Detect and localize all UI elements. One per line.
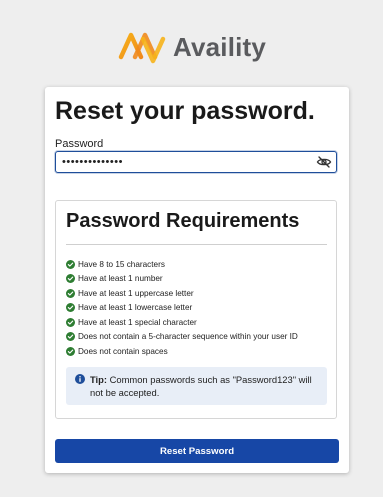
reset-password-card: Reset your password. Password ••••••••••… [45,87,349,473]
check-circle-icon [66,259,75,269]
requirement-item: Have at least 1 lowercase letter [66,301,298,316]
check-circle-icon [66,274,75,284]
tip-label: Tip: [90,374,108,385]
reset-password-button[interactable]: Reset Password [55,439,339,463]
check-circle-icon [66,317,75,327]
divider [66,244,327,245]
password-requirements-panel: Password Requirements Have 8 to 15 chara… [55,200,337,419]
requirement-item: Does not contain spaces [66,344,298,359]
eye-slash-icon[interactable] [316,154,332,170]
requirement-item: Does not contain a 5-character sequence … [66,330,298,345]
requirements-list: Have 8 to 15 characters Have at least 1 … [66,257,298,359]
check-circle-icon [66,332,75,342]
requirement-text: Does not contain spaces [78,346,168,356]
password-input[interactable]: •••••••••••••• [55,151,337,173]
tip-message: Common passwords such as "Password123" w… [90,374,312,398]
requirement-text: Have at least 1 lowercase letter [78,303,193,313]
page-title: Reset your password. [55,97,315,125]
password-value[interactable]: •••••••••••••• [62,153,123,171]
check-circle-icon [66,288,75,298]
info-icon [75,374,85,384]
requirement-item: Have at least 1 special character [66,315,298,330]
check-circle-icon [66,303,75,313]
availity-logo-icon [118,32,166,64]
requirement-text: Have at least 1 special character [78,317,197,327]
requirement-text: Does not contain a 5-character sequence … [78,332,298,342]
requirement-item: Have 8 to 15 characters [66,257,298,272]
check-circle-icon [66,346,75,356]
brand-logo: Availity [0,22,383,72]
requirement-text: Have at least 1 uppercase letter [78,288,194,298]
requirements-title: Password Requirements [66,210,300,232]
brand-name: Availity [172,31,267,62]
requirement-item: Have at least 1 uppercase letter [66,286,298,301]
tip-text: Tip: Common passwords such as "Password1… [90,373,322,399]
tip-alert: Tip: Common passwords such as "Password1… [66,367,327,405]
requirement-item: Have at least 1 number [66,272,298,287]
requirement-text: Have at least 1 number [78,274,163,284]
password-label: Password [55,138,104,150]
requirement-text: Have 8 to 15 characters [78,259,165,269]
